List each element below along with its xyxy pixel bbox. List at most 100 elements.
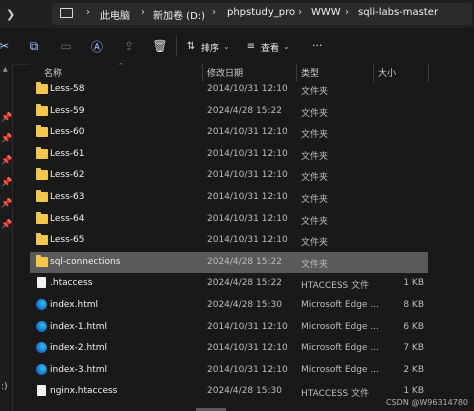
file-name: Less-63 [50,192,85,202]
more-options-icon[interactable]: ··· [312,39,323,52]
copy-icon[interactable]: ⧉ [26,38,42,54]
command-bar: ✂ ⧉ ▭ Ⓐ ⇪ 🗑 ⇅ 排序 ⌄ ≡ 查看 ⌄ ··· [0,28,474,65]
breadcrumb-separator: › [345,7,349,18]
partial-text [196,402,236,411]
folder-icon [36,125,48,138]
pin-icon: 📌 [1,113,13,123]
file-type: 文件夹 [301,238,329,249]
chevron-left-icon[interactable]: ❯ [6,8,15,21]
file-modified-date: 2014/10/31 12:10 [207,84,288,94]
file-modified-date: 2014/10/31 12:10 [207,148,288,159]
file-name: .htaccess [50,278,93,289]
file-row[interactable]: index-3.html 2014/10/31 12:10 Microsoft Ed… [30,360,428,381]
sort-button[interactable]: ⇅ 排序 ⌄ [183,38,230,55]
scroll-up-icon[interactable]: ▲ [3,66,8,73]
file-type: Microsoft Edge ... [301,343,379,354]
file-size: 7 KB [403,343,424,354]
share-icon[interactable]: ⇪ [121,38,137,54]
csdn-watermark: CSDN @W96314780 [386,398,468,407]
file-modified-date: 2014/10/31 12:10 [207,170,288,181]
file-type: 文件夹 [301,108,329,119]
file-type: Microsoft Edge ... [301,321,379,332]
file-name: Less-62 [50,170,85,181]
file-size: 1 KB [403,278,424,289]
file-type: 文件夹 [301,173,329,184]
file-type: 文件夹 [301,195,329,205]
column-header-type[interactable]: 类型 [301,66,319,79]
file-modified-date: 2024/4/28 15:22 [207,105,282,116]
view-button[interactable]: ≡ 查看 ⌄ [243,38,291,55]
breadcrumb-separator: › [298,7,302,18]
file-row[interactable]: index-1.html 2014/10/31 12:10 Microsoft Ed… [30,317,428,338]
file-type: Microsoft Edge ... [301,300,379,310]
folder-icon [36,254,48,267]
column-header-size[interactable]: 大小 [378,66,396,79]
file-size: 6 KB [403,321,424,332]
file-row[interactable]: Less-60 2014/10/31 12:10 文件夹 [30,122,428,143]
pin-icon: 📌 [1,134,13,144]
chevron-up-icon: ⌃ [118,62,124,70]
file-row[interactable]: Less-59 2024/4/28 15:22 文件夹 [30,101,428,122]
breadcrumb-item-phpstudy[interactable]: phpstudy_pro [227,7,295,18]
file-name: index-1.html [50,321,107,332]
paste-icon[interactable]: ▭ [58,38,74,54]
edge-icon [36,320,47,332]
file-row[interactable]: nginx.htaccess 2024/4/28 15:30 HTACCESS 文件… [30,381,428,402]
file-name: Less-60 [50,127,85,138]
sort-label: 排序 [201,44,220,54]
nav-item-label[interactable]: :) [1,382,8,392]
view-label: 查看 [261,44,280,54]
file-modified-date: 2014/10/31 12:10 [207,321,288,332]
cut-icon[interactable]: ✂ [0,38,12,54]
column-divider[interactable] [428,64,429,82]
file-type: 文件夹 [301,130,329,141]
address-bar: ❯ › 此电脑 › 新加卷 (D:) › phpstudy_pro › WWW … [0,0,474,28]
breadcrumb-item-www[interactable]: WWW [311,7,341,18]
file-row[interactable]: Less-58 2014/10/31 12:10 文件夹 [30,79,428,100]
column-header-date[interactable]: 修改日期 [207,66,243,79]
file-name: sql-connections [50,256,121,267]
file-type: 文件夹 [301,216,329,227]
toolbar-divider [176,36,177,56]
file-name: Less-64 [50,213,85,224]
pin-icon: 📌 [1,220,13,230]
file-row[interactable]: sql-connections 2024/4/28 15:22 文件夹 [30,251,428,273]
file-name: Less-59 [50,105,85,116]
file-row[interactable]: index-2.html 2014/10/31 12:10 Microsoft Ed… [30,338,428,359]
file-modified-date: 2024/4/28 15:22 [207,278,282,289]
breadcrumb-separator: › [212,7,216,18]
breadcrumb-item-this-pc[interactable]: 此电脑 [100,7,130,22]
file-row[interactable]: Less-65 2014/10/31 12:10 文件夹 [30,230,428,251]
file-modified-date: 2014/10/31 12:10 [207,127,288,138]
folder-icon [36,82,48,94]
file-modified-date: 2014/10/31 12:10 [207,235,288,246]
breadcrumb-item-drive-d[interactable]: 新加卷 (D:) [153,7,205,22]
pin-icon: 📌 [1,199,13,209]
rename-icon[interactable]: Ⓐ [89,38,105,54]
file-name: index.html [50,300,98,310]
file-modified-date: 2014/10/31 12:10 [207,192,288,202]
file-name: Less-58 [50,84,85,94]
file-modified-date: 2024/4/28 15:22 [207,256,282,267]
file-modified-date: 2024/4/28 15:30 [207,300,282,310]
file-row[interactable]: Less-63 2014/10/31 12:10 文件夹 [30,187,428,208]
file-modified-date: 2024/4/28 15:30 [207,386,282,397]
delete-icon[interactable]: 🗑 [152,38,168,54]
breadcrumb-separator: › [141,7,145,18]
file-name: Less-61 [50,148,85,159]
file-row[interactable]: Less-61 2014/10/31 12:10 文件夹 [30,144,428,165]
column-header-name[interactable]: 名称 [44,66,62,79]
file-icon [37,385,46,397]
file-row[interactable]: .htaccess 2024/4/28 15:22 HTACCESS 文件 1 KB [30,273,428,294]
file-type: Microsoft Edge ... [301,364,379,375]
file-row[interactable]: Less-64 2014/10/31 12:10 文件夹 [30,209,428,230]
file-name: index-2.html [50,343,107,354]
breadcrumb-item-sqli-labs-master[interactable]: sqli-labs-master [358,7,438,18]
folder-icon [36,233,48,246]
navigation-pane[interactable]: ▲ 📌 📌 📌 📌 📌 📌 :) [0,64,13,411]
file-row[interactable]: index.html 2024/4/28 15:30 Microsoft Edge … [30,295,428,316]
file-size: 1 KB [403,386,424,397]
file-row[interactable]: Less-62 2014/10/31 12:10 文件夹 [30,165,428,186]
folder-icon [36,190,48,202]
file-type: 文件夹 [301,87,329,97]
